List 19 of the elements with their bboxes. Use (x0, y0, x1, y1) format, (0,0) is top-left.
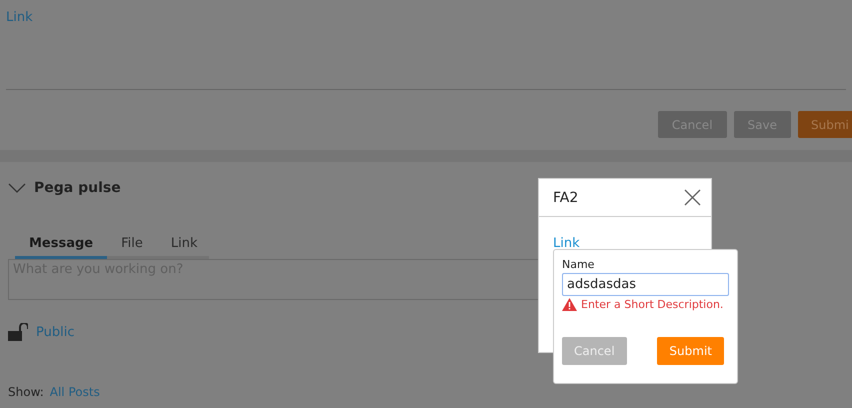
tab[interactable]: File (107, 236, 157, 259)
unlocked-padlock-icon (8, 323, 28, 341)
section-title: Pega pulse (34, 180, 121, 196)
field-label: Name (562, 258, 596, 271)
popover-button[interactable]: Submit (657, 337, 724, 365)
tab[interactable]: Link (156, 236, 212, 259)
filter-dropdown[interactable]: All Posts (50, 385, 100, 399)
error-message: Enter a Short Description. (581, 298, 724, 311)
dialog-title: FA2 (553, 190, 578, 206)
action-button[interactable]: Submi (798, 111, 852, 138)
link[interactable]: Link (6, 10, 33, 25)
visibility-link[interactable]: Public (36, 324, 74, 340)
link[interactable]: Link (553, 236, 580, 251)
chevron-icon[interactable] (8, 183, 26, 193)
popover-button[interactable]: Cancel (562, 337, 627, 365)
name-field[interactable]: adsdasdas (562, 273, 729, 296)
filter-label: Show: (8, 385, 44, 399)
warning-icon (562, 298, 577, 311)
close-icon[interactable] (684, 189, 701, 206)
